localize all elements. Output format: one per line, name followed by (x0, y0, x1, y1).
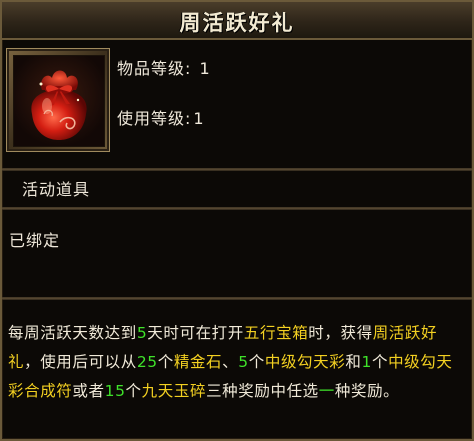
description-segment: 个 (157, 353, 174, 371)
description-segment: 1 (361, 353, 372, 371)
use-level-row: 使用等级: 1 (117, 105, 205, 129)
description-segment: 每周活跃天数达到 (8, 324, 137, 342)
item-title: 周活跃好礼 (179, 10, 295, 35)
description-segment: 天时可在打开 (147, 324, 244, 342)
description-segment: 和 (345, 353, 362, 371)
description-segment: 种奖励。 (334, 382, 400, 400)
use-level-value: 1 (193, 109, 205, 128)
description-segment: 个 (371, 353, 389, 371)
description-segment: 一 (318, 382, 335, 400)
bind-status: 已绑定 (9, 231, 61, 250)
item-category: 活动道具 (22, 180, 91, 199)
description-segment: 25 (136, 353, 158, 371)
description-segment: 或者 (72, 382, 105, 400)
item-grade-label: 物品等级: (117, 59, 192, 78)
description-segment: 精金石 (173, 353, 223, 371)
title-bar: 周活跃好礼 (2, 2, 472, 40)
item-icon-slot (6, 48, 110, 152)
description-segment: 个 (248, 353, 265, 371)
description-segment: 五行宝箱 (243, 324, 309, 342)
description-segment: 5 (136, 324, 148, 342)
description-segment: 中级勾天彩 (264, 353, 346, 371)
item-grade-value: 1 (199, 59, 211, 78)
description-segment: 个 (125, 382, 142, 400)
description-segment: ，使用后可以从 (24, 353, 137, 371)
item-tooltip: 周活跃好礼 物品等级: 1 使用等级: 1 活动道具 已绑定 每周活跃天数达到5… (0, 0, 474, 441)
item-grade-row: 物品等级: 1 (117, 55, 211, 79)
use-level-label: 使用等级: (117, 109, 192, 128)
description-segment: 5 (238, 353, 249, 371)
divider (2, 168, 472, 171)
divider (2, 297, 472, 300)
description-segment: 三种奖励中任选 (206, 382, 319, 400)
divider (2, 207, 472, 210)
red-gift-bag-icon (13, 55, 105, 147)
item-description: 每周活跃天数达到5天时可在打开五行宝箱时，获得周活跃好礼，使用后可以从25个精金… (8, 319, 466, 406)
description-segment: 、 (222, 353, 239, 371)
description-segment: 九天玉碎 (141, 382, 207, 400)
description-segment: 时，获得 (308, 324, 373, 342)
description-segment: 15 (104, 382, 126, 400)
